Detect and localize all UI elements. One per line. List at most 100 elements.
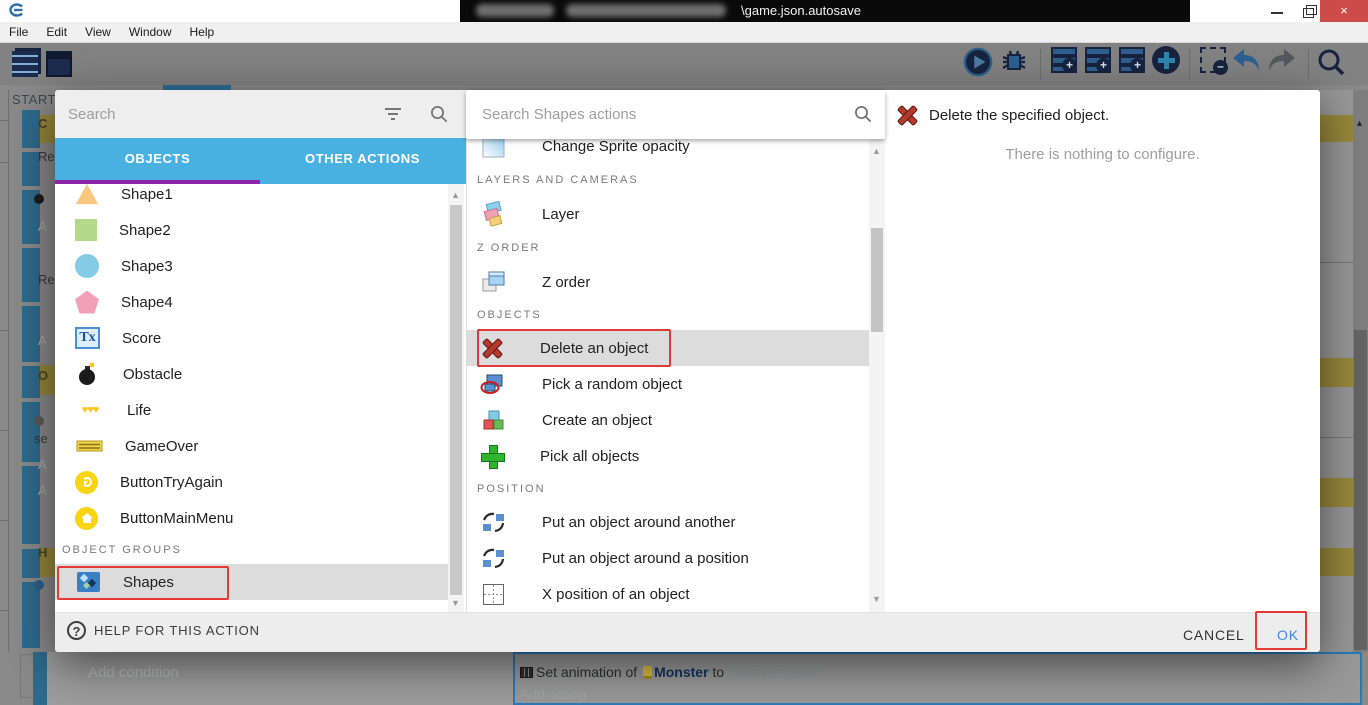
action-row-put-an-object-around-another[interactable]: Put an object around another: [466, 504, 869, 540]
scroll-up-icon[interactable]: ▲: [872, 146, 881, 156]
event-header-band: [1320, 478, 1353, 507]
scroll-down-icon[interactable]: ▼: [451, 598, 460, 608]
action-row-x-position-of-an-object[interactable]: X position of an object: [466, 576, 869, 612]
action-label: Put an object around a position: [542, 550, 749, 567]
close-button[interactable]: ×: [1320, 0, 1368, 22]
object-tabs: OBJECTS OTHER ACTIONS: [55, 138, 466, 184]
object-row-Shape4[interactable]: Shape4: [55, 284, 466, 320]
pick-all-icon: [480, 444, 504, 468]
object-search-input[interactable]: [68, 100, 368, 128]
undo-icon: [1231, 47, 1265, 81]
scroll-down-icon[interactable]: ▼: [872, 594, 881, 604]
object-groups-header: OBJECT GROUPS: [55, 536, 466, 564]
filter-icon[interactable]: [383, 107, 403, 126]
ruler-tick: [0, 162, 8, 163]
search-icon: [853, 104, 873, 129]
restore-button[interactable]: [1296, 0, 1322, 22]
section-objects: OBJECTS: [466, 300, 869, 330]
help-label: HELP FOR THIS ACTION: [94, 623, 260, 638]
action-search-input[interactable]: [482, 101, 832, 127]
help-link[interactable]: ? HELP FOR THIS ACTION: [67, 621, 260, 640]
object-row-Shape2[interactable]: Shape2: [55, 212, 466, 248]
gameover-icon: [75, 433, 103, 459]
action-row-put-an-object-around-a-position[interactable]: Put an object around a position: [466, 540, 869, 576]
event-text-fragment: A: [38, 333, 47, 348]
event-text-fragment: Re: [38, 149, 55, 164]
action-row-z-order[interactable]: Z order: [466, 264, 869, 300]
tab-other-actions[interactable]: OTHER ACTIONS: [260, 138, 465, 184]
menu-view[interactable]: View: [76, 22, 120, 39]
scrollbar-thumb[interactable]: [450, 205, 462, 595]
object-list-scrollbar: ▲ ▼: [448, 178, 464, 612]
action-label: Create an object: [542, 412, 652, 429]
object-row-Life[interactable]: ♥♥♥Life: [55, 392, 466, 428]
object-row-ButtonMainMenu[interactable]: ButtonMainMenu: [55, 500, 466, 536]
event-header-band: [1320, 115, 1353, 142]
menu-help[interactable]: Help: [181, 22, 224, 39]
action-row-layer[interactable]: Layer: [466, 196, 869, 232]
object-label: GameOver: [125, 438, 198, 455]
toolbar-separator: [1308, 49, 1309, 79]
section-z-order: Z ORDER: [466, 232, 869, 264]
event-header-band: [1320, 548, 1353, 576]
object-reference: Monster: [654, 664, 708, 680]
menu-window[interactable]: Window: [120, 22, 181, 39]
event-item-icon: [34, 580, 44, 590]
action-row-create-an-object[interactable]: Create an object: [466, 402, 869, 438]
object-row-Obstacle[interactable]: Obstacle: [55, 356, 466, 392]
help-icon: ?: [67, 621, 86, 640]
object-label: Shape1: [121, 186, 173, 203]
object-label: Obstacle: [123, 366, 182, 383]
dialog-footer: ? HELP FOR THIS ACTION CANCEL OK: [55, 612, 1320, 652]
ruler-tick: [0, 610, 8, 611]
action-config-panel: Delete the specified object. There is no…: [885, 90, 1320, 612]
event-text-fragment: C: [38, 116, 47, 131]
scroll-up-icon[interactable]: ▲: [451, 190, 460, 200]
shape1-icon: [75, 183, 99, 205]
ok-button[interactable]: OK: [1265, 622, 1311, 648]
object-label: Shape2: [119, 222, 171, 239]
action-row-pick-a-random-object[interactable]: Pick a random object: [466, 366, 869, 402]
scrollbar-thumb[interactable]: [871, 228, 883, 332]
menu-bar: FileEditViewWindowHelp: [0, 22, 1368, 43]
toolbar-separator: [1040, 49, 1041, 79]
animation-icon: [520, 667, 533, 678]
action-config-header: Delete the specified object.: [895, 103, 1109, 127]
action-list: Change Sprite opacityLAYERS AND CAMERASL…: [466, 128, 869, 612]
action-label: Z order: [542, 274, 590, 291]
object-row-Score[interactable]: TxScore: [55, 320, 466, 356]
object-search-bar: [55, 90, 466, 138]
monster-icon: [643, 666, 652, 679]
ruler-line: [8, 90, 9, 705]
toolbar-separator: [1189, 49, 1190, 79]
object-label: ButtonTryAgain: [120, 474, 223, 491]
menu-edit[interactable]: Edit: [37, 22, 76, 39]
put-around-icon: [480, 545, 506, 571]
event-row-separator: [1320, 437, 1353, 438]
z-order-icon: [480, 269, 506, 295]
debug-icon: [999, 47, 1033, 81]
animation-name: "MonsterDead": [728, 664, 822, 680]
event-text-fragment: O: [38, 368, 48, 383]
object-row-GameOver[interactable]: GameOver: [55, 428, 466, 464]
event-row-bottom: Add condition Set animation of Monster t…: [0, 652, 1368, 705]
action-row-pick-all-objects[interactable]: Pick all objects: [466, 438, 869, 474]
group-shapes-icon: [75, 569, 101, 595]
object-row-Shape3[interactable]: Shape3: [55, 248, 466, 284]
object-label: Score: [122, 330, 161, 347]
cancel-button[interactable]: CANCEL: [1173, 622, 1255, 648]
add-event-icon: [1051, 47, 1077, 73]
object-label: ButtonMainMenu: [120, 510, 233, 527]
actions-cell: Set animation of Monster to "MonsterDead…: [513, 652, 1362, 705]
group-row-Shapes[interactable]: Shapes: [55, 564, 448, 600]
object-row-ButtonTryAgain[interactable]: ButtonTryAgain: [55, 464, 466, 500]
action-label: Pick all objects: [540, 448, 639, 465]
ruler-tick: [0, 520, 8, 521]
tab-objects[interactable]: OBJECTS: [55, 138, 260, 184]
minimize-button[interactable]: [1262, 0, 1292, 22]
menu-file[interactable]: File: [0, 22, 37, 39]
scrollbar-thumb: [1354, 330, 1367, 650]
action-row-delete-an-object[interactable]: Delete an object: [466, 330, 869, 366]
action-list-scrollbar: ▲ ▼: [869, 138, 885, 612]
action-label: Pick a random object: [542, 376, 682, 393]
